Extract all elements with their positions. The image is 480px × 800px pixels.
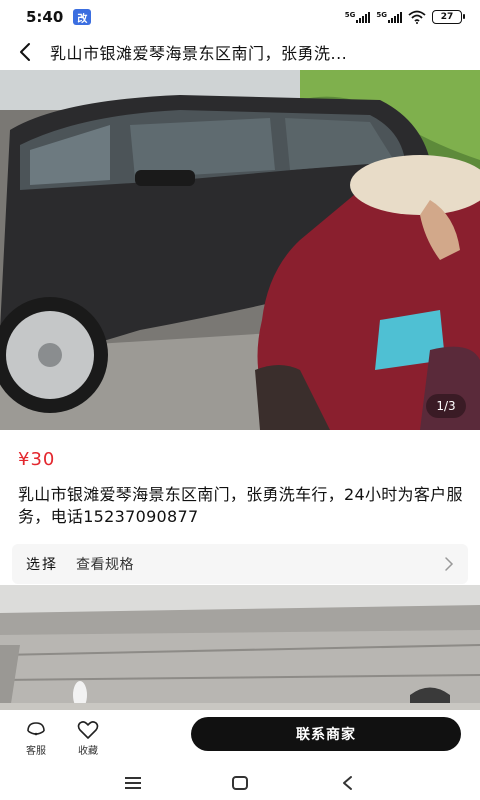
signal-1-icon: 5G: [345, 11, 371, 23]
triangle-back-icon: [342, 776, 352, 790]
status-time: 5:40: [26, 8, 64, 26]
spec-selector[interactable]: 选择 查看规格: [12, 544, 468, 584]
menu-icon: [125, 777, 142, 789]
spec-label: 选择: [26, 557, 58, 573]
nav-menu-button[interactable]: [113, 769, 153, 797]
favorite-label: 收藏: [78, 745, 98, 757]
square-icon: [231, 776, 248, 790]
detail-photo: [0, 585, 480, 710]
heart-icon: [77, 720, 99, 739]
favorite-button[interactable]: 收藏: [62, 720, 114, 757]
headset-icon: [27, 721, 45, 735]
network-type-1: 5G: [344, 11, 356, 19]
customer-service-button[interactable]: 客服: [10, 720, 62, 757]
back-button[interactable]: [0, 34, 50, 70]
bottom-action-bar: 客服 收藏 联系商家: [0, 710, 480, 766]
nav-back-button[interactable]: [327, 769, 367, 797]
status-indicators: 5G 5G 27: [345, 10, 465, 24]
system-navigation-bar: [0, 766, 480, 800]
signal-2-icon: 5G: [376, 11, 402, 23]
status-bar: 5:40 改 5G 5G 27: [0, 0, 480, 34]
nav-home-button[interactable]: [220, 769, 260, 797]
image-counter: 1/3: [426, 394, 466, 418]
page-title: 乳山市银滩爱琴海景东区南门，张勇洗...: [50, 44, 348, 63]
chevron-right-icon: [445, 557, 454, 571]
service-label: 客服: [26, 745, 46, 757]
network-type-2: 5G: [376, 11, 387, 19]
page-header: 乳山市银滩爱琴海景东区南门，张勇洗...: [0, 34, 480, 70]
wifi-icon: [408, 10, 426, 24]
chevron-left-icon: [20, 43, 30, 61]
spec-value: 查看规格: [76, 557, 134, 573]
app-notification-icon: 改: [73, 9, 92, 25]
product-photo: [0, 70, 480, 430]
battery-indicator: 27: [432, 10, 465, 24]
product-price: ¥30: [18, 449, 56, 470]
contact-merchant-button[interactable]: 联系商家: [191, 717, 461, 751]
detail-image: [0, 585, 480, 710]
product-description: 乳山市银滩爱琴海景东区南门，张勇洗车行，24小时为客户服务，电话15237090…: [18, 485, 463, 526]
product-image-carousel[interactable]: 1/3: [0, 70, 480, 430]
